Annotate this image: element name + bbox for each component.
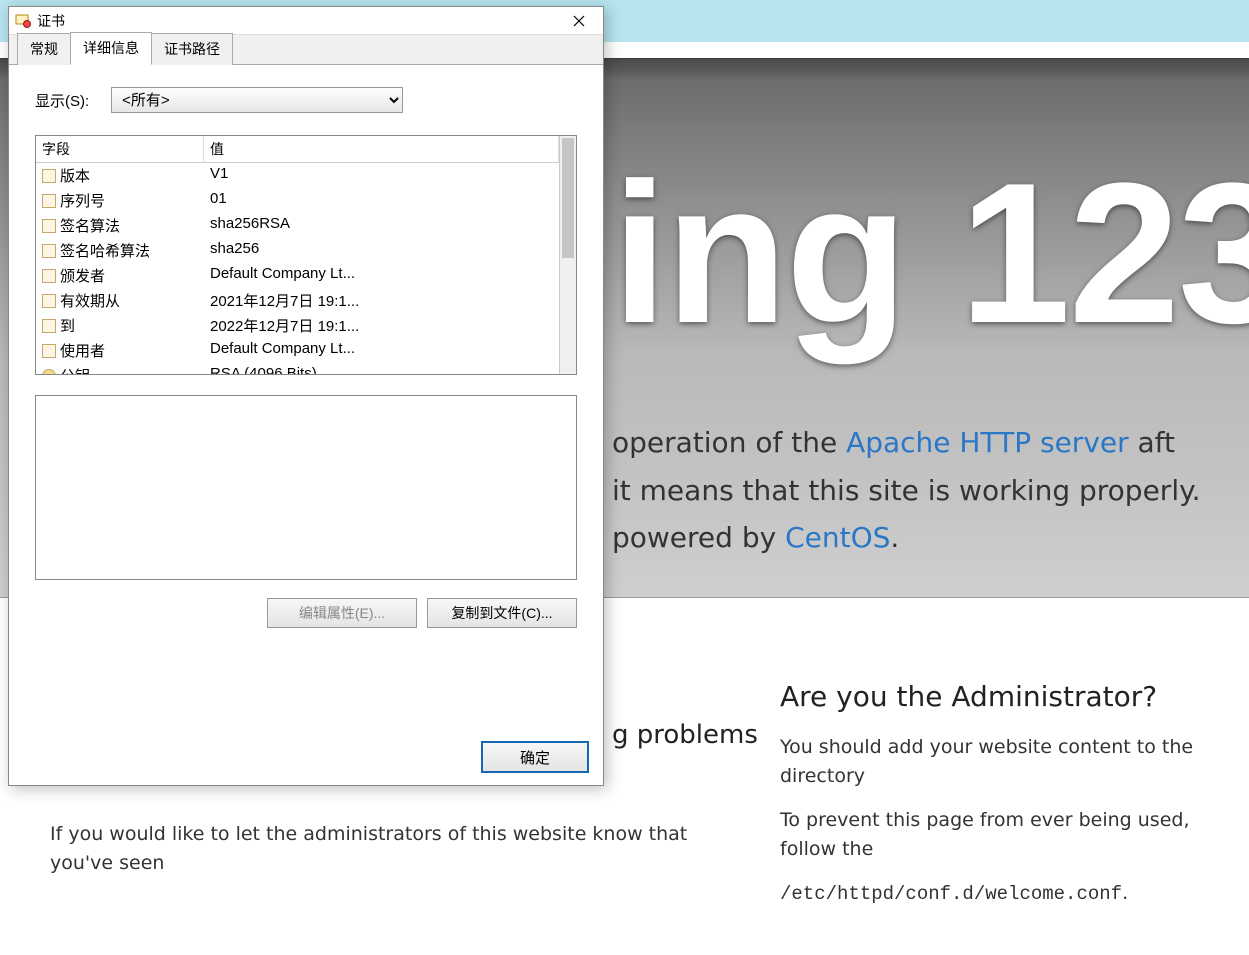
problems-fragment: g problems <box>612 720 758 750</box>
field-cell: 使用者 <box>36 339 204 362</box>
scrollbar-thumb[interactable] <box>562 138 574 258</box>
certificate-dialog: 证书 常规 详细信息 证书路径 显示(S): <所有> 字段 值 版本V1序列号… <box>8 6 604 786</box>
banner-sub-line3-suf: . <box>890 521 899 554</box>
list-item[interactable]: 公钥 RSA (4096 Bits) <box>36 363 559 374</box>
edit-properties-button[interactable]: 编辑属性(E)... <box>267 598 417 628</box>
document-icon <box>42 219 56 233</box>
banner-sub-line3-pre: powered by <box>612 521 785 554</box>
list-item[interactable]: 版本 V1 <box>36 163 559 188</box>
list-item[interactable]: 到 2022年12月7日 19:1... <box>36 313 559 338</box>
value-cell: Default Company Lt... <box>204 339 559 362</box>
centos-link[interactable]: CentOS <box>785 521 890 554</box>
banner-heading: ing 123.. <box>612 139 1249 369</box>
field-cell: 到 <box>36 314 204 337</box>
header-value[interactable]: 值 <box>204 136 559 162</box>
tab-cert-path[interactable]: 证书路径 <box>151 33 233 65</box>
field-text: 颁发者 <box>60 265 105 286</box>
list-rows: 版本 V1 序列号 01 签名算法 sha256RSA 签名哈希算法 sha256 颁发者 Def… <box>36 163 559 374</box>
tab-details[interactable]: 详细信息 <box>70 32 152 65</box>
field-text: 序列号 <box>60 190 105 211</box>
header-field[interactable]: 字段 <box>36 136 204 162</box>
ok-button[interactable]: 确定 <box>481 741 589 773</box>
field-cell: 签名哈希算法 <box>36 239 204 262</box>
left-paragraph-2: If you would like to let the administrat… <box>50 820 710 877</box>
welcome-conf-path: /etc/httpd/conf.d/welcome.conf <box>780 883 1122 905</box>
admin-p1: You should add your website content to t… <box>780 733 1199 790</box>
admin-code-line: /etc/httpd/conf.d/welcome.conf. <box>780 879 1199 909</box>
detail-textarea[interactable] <box>35 395 577 580</box>
list-item[interactable]: 使用者 Default Company Lt... <box>36 338 559 363</box>
field-cell: 公钥 <box>36 364 204 374</box>
close-button[interactable] <box>559 8 599 34</box>
admin-heading: Are you the Administrator? <box>780 680 1199 713</box>
value-cell: V1 <box>204 164 559 187</box>
list-scrollbar[interactable] <box>559 136 576 374</box>
document-icon <box>42 319 56 333</box>
field-cell: 版本 <box>36 164 204 187</box>
apache-link[interactable]: Apache HTTP server <box>846 426 1129 459</box>
admin-p2: To prevent this page from ever being use… <box>780 806 1199 863</box>
tab-bar: 常规 详细信息 证书路径 <box>9 35 603 65</box>
list-header: 字段 值 <box>36 136 559 163</box>
value-cell: sha256 <box>204 239 559 262</box>
document-icon <box>42 344 56 358</box>
admin-code-suffix: . <box>1122 882 1128 904</box>
titlebar: 证书 <box>9 7 603 35</box>
field-cell: 颁发者 <box>36 264 204 287</box>
field-text: 签名哈希算法 <box>60 240 150 261</box>
value-cell: Default Company Lt... <box>204 264 559 287</box>
list-item[interactable]: 签名算法 sha256RSA <box>36 213 559 238</box>
field-text: 版本 <box>60 165 90 186</box>
field-text: 使用者 <box>60 340 105 361</box>
list-item[interactable]: 序列号 01 <box>36 188 559 213</box>
dialog-body: 显示(S): <所有> 字段 值 版本V1序列号01签名算法sha256RSA签… <box>9 65 603 646</box>
document-icon <box>42 269 56 283</box>
copy-to-file-button[interactable]: 复制到文件(C)... <box>427 598 577 628</box>
value-cell: RSA (4096 Bits) <box>204 364 559 374</box>
value-cell: 2022年12月7日 19:1... <box>204 314 559 337</box>
value-cell: sha256RSA <box>204 214 559 237</box>
show-row: 显示(S): <所有> <box>35 87 577 113</box>
list-item[interactable]: 颁发者 Default Company Lt... <box>36 263 559 288</box>
field-cell: 签名算法 <box>36 214 204 237</box>
show-label: 显示(S): <box>35 90 89 111</box>
value-cell: 2021年12月7日 19:1... <box>204 289 559 312</box>
button-row: 编辑属性(E)... 复制到文件(C)... <box>35 598 577 628</box>
dialog-title: 证书 <box>37 11 559 31</box>
admin-p2-prefix: To prevent this page from ever being use… <box>780 809 1189 860</box>
field-text: 公钥 <box>60 365 90 374</box>
banner-subtext: operation of the Apache HTTP server aft … <box>612 419 1249 562</box>
document-icon <box>42 294 56 308</box>
key-icon <box>42 369 56 375</box>
document-icon <box>42 244 56 258</box>
dialog-footer: 确定 <box>9 741 603 773</box>
show-select[interactable]: <所有> <box>111 87 403 113</box>
field-cell: 有效期从 <box>36 289 204 312</box>
field-text: 到 <box>60 315 75 336</box>
banner-sub-line2: it means that this site is working prope… <box>612 474 1201 507</box>
value-cell: 01 <box>204 189 559 212</box>
document-icon <box>42 194 56 208</box>
banner-sub-line1-pre: operation of the <box>612 426 846 459</box>
list-item[interactable]: 有效期从 2021年12月7日 19:1... <box>36 288 559 313</box>
list-item[interactable]: 签名哈希算法 sha256 <box>36 238 559 263</box>
close-icon <box>573 15 585 27</box>
field-text: 有效期从 <box>60 290 120 311</box>
banner-sub-line1-suf: aft <box>1129 426 1175 459</box>
certificate-icon <box>15 13 31 29</box>
document-icon <box>42 169 56 183</box>
field-cell: 序列号 <box>36 189 204 212</box>
column-right: Are you the Administrator? You should ad… <box>780 640 1199 925</box>
tab-general[interactable]: 常规 <box>17 33 71 65</box>
field-text: 签名算法 <box>60 215 120 236</box>
field-list: 字段 值 版本V1序列号01签名算法sha256RSA签名哈希算法sha256颁… <box>35 135 577 375</box>
field-list-inner: 字段 值 版本V1序列号01签名算法sha256RSA签名哈希算法sha256颁… <box>36 136 559 374</box>
